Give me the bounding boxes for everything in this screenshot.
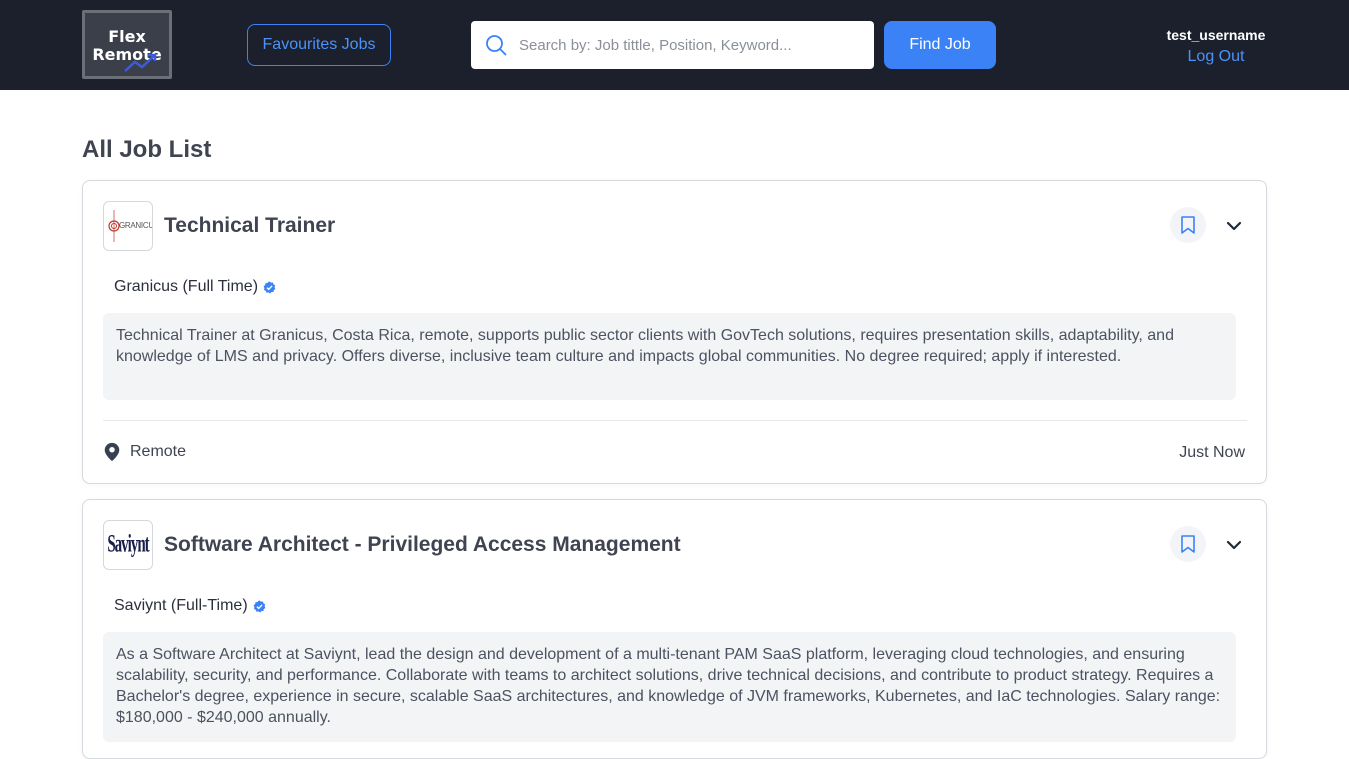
job-card[interactable]: Saviynt Software Architect - Privileged … [82,499,1267,759]
bookmark-button[interactable] [1170,207,1206,243]
job-card[interactable]: GRANICUS Technical Trainer Granicus (Ful… [82,180,1267,484]
flexremote-logo[interactable]: Flex Remote [82,10,172,79]
company-name: Granicus (Full Time) [114,278,276,296]
page-title: All Job List [82,136,212,163]
bookmark-icon [1181,216,1195,234]
logo-line1: Flex [108,27,146,46]
search-icon [486,35,507,56]
job-title[interactable]: Technical Trainer [164,214,335,238]
search-input[interactable] [519,21,864,69]
company-logo-text: GRANICUS [119,221,152,230]
top-navbar: Flex Remote Favourites Jobs Find Job tes… [0,0,1349,90]
job-description: Technical Trainer at Granicus, Costa Ric… [103,313,1236,400]
card-divider [103,420,1247,421]
verified-icon [263,280,276,294]
bookmark-icon [1181,535,1195,553]
find-job-button[interactable]: Find Job [884,21,996,69]
verified-icon [253,599,265,613]
search-bar [471,21,874,69]
username-label: test_username [1166,27,1266,43]
location-label: Remote [130,443,187,460]
chevron-down-icon[interactable] [1223,534,1245,556]
chevron-down-icon[interactable] [1223,215,1245,237]
map-pin-icon [104,442,120,462]
posted-time: Just Now [1179,444,1245,461]
logout-link[interactable]: Log Out [1140,48,1292,66]
company-name: Saviynt (Full-Time) [114,597,266,615]
company-label: Saviynt (Full-Time) [114,597,248,614]
favourites-jobs-button[interactable]: Favourites Jobs [247,24,391,66]
job-description: As a Software Architect at Saviynt, lead… [103,632,1236,742]
company-logo-text: Saviynt [107,530,149,558]
trend-up-icon [124,53,157,72]
company-label: Granicus (Full Time) [114,278,259,295]
job-location: Remote [103,442,186,462]
job-title[interactable]: Software Architect - Privileged Access M… [164,533,681,557]
company-logo: Saviynt [103,520,153,570]
company-logo: GRANICUS [103,201,153,251]
bookmark-button[interactable] [1170,526,1206,562]
